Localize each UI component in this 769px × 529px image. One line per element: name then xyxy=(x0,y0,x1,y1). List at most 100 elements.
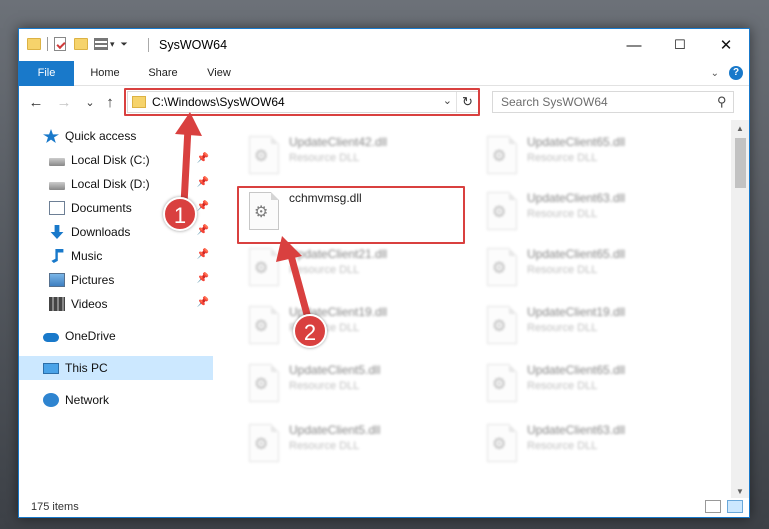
dll-file-icon: ⚙ xyxy=(249,136,279,174)
gear-icon: ⚙ xyxy=(492,204,507,221)
file-item[interactable]: ⚙ UpdateClient5.dll Resource DLL xyxy=(239,356,469,410)
sidebar-item-pictures[interactable]: Pictures 📌 xyxy=(19,268,213,292)
gear-icon: ⚙ xyxy=(492,148,507,165)
sidebar-item-label: Music xyxy=(71,249,103,263)
tab-home[interactable]: Home xyxy=(81,61,129,86)
sidebar-item-local-disk-d[interactable]: Local Disk (D:) 📌 xyxy=(19,172,213,196)
dll-file-icon: ⚙ xyxy=(249,364,279,402)
dll-file-icon: ⚙ xyxy=(249,248,279,286)
file-type: Resource DLL xyxy=(289,152,360,164)
file-item[interactable]: ⚙UpdateClient19.dllResource DLL xyxy=(239,298,469,352)
sidebar-item-label: Network xyxy=(65,393,110,407)
file-type: Resource DLL xyxy=(527,264,598,276)
sidebar-item-label: Local Disk (D:) xyxy=(71,177,150,191)
caret-down-icon[interactable]: ▾ xyxy=(110,39,115,50)
file-item[interactable]: ⚙ UpdateClient5.dll Resource DLL xyxy=(239,416,469,470)
large-icons-view-icon[interactable] xyxy=(727,500,743,513)
pin-icon[interactable]: 📌 xyxy=(197,177,209,188)
pin-icon[interactable]: 📌 xyxy=(197,153,209,164)
minimize-button[interactable]: — xyxy=(611,29,657,61)
file-name: UpdateClient5.dll xyxy=(289,363,381,377)
view-options-icon[interactable] xyxy=(94,38,108,50)
file-type: Resource DLL xyxy=(527,152,598,164)
file-type: Resource DLL xyxy=(289,264,360,276)
customize-toolbar-icon[interactable]: ⏷ xyxy=(121,39,128,50)
scroll-up-icon[interactable]: ▲ xyxy=(731,124,749,133)
cloud-icon xyxy=(43,333,59,342)
help-icon[interactable]: ? xyxy=(729,66,743,80)
sidebar-item-onedrive[interactable]: OneDrive xyxy=(19,324,213,348)
file-type: Resource DLL xyxy=(289,380,360,392)
file-item[interactable]: ⚙ UpdateClient65.dll Resource DLL xyxy=(477,240,707,294)
sidebar-item-videos[interactable]: Videos 📌 xyxy=(19,292,213,316)
file-item[interactable]: ⚙ UpdateClient42.dll Resource DLL xyxy=(239,128,469,182)
file-type: Resource DLL xyxy=(527,208,598,220)
details-view-icon[interactable] xyxy=(705,500,721,513)
window-title: SysWOW64 xyxy=(159,38,228,52)
file-item[interactable]: ⚙ UpdateClient63.dll Resource DLL xyxy=(477,416,707,470)
maximize-button[interactable]: ☐ xyxy=(657,29,703,61)
folder-icon[interactable] xyxy=(27,38,41,50)
sidebar-item-quick-access[interactable]: Quick access xyxy=(19,124,213,148)
gear-icon: ⚙ xyxy=(492,318,507,335)
sidebar-item-label: OneDrive xyxy=(65,329,116,343)
search-placeholder: Search SysWOW64 xyxy=(501,95,608,109)
sidebar-item-label: Pictures xyxy=(71,273,115,287)
close-button[interactable]: ✕ xyxy=(703,29,749,61)
tab-view[interactable]: View xyxy=(197,61,241,86)
sidebar-item-this-pc[interactable]: This PC xyxy=(19,356,213,380)
videos-icon xyxy=(49,297,65,311)
pin-icon[interactable]: 📌 xyxy=(197,297,209,308)
file-highlight-box xyxy=(237,186,465,244)
pin-icon[interactable]: 📌 xyxy=(197,225,209,236)
file-item[interactable]: ⚙ UpdateClient21.dll Resource DLL xyxy=(239,240,469,294)
pictures-icon xyxy=(49,273,65,287)
file-item[interactable]: ⚙ UpdateClient63.dll Resource DLL xyxy=(477,184,707,238)
downloads-icon xyxy=(50,225,64,239)
up-button[interactable]: ↑ xyxy=(99,92,121,114)
pin-icon[interactable]: 📌 xyxy=(197,273,209,284)
address-highlight-box xyxy=(124,88,480,116)
file-item[interactable]: ⚙ UpdateClient65.dll Resource DLL xyxy=(477,356,707,410)
network-icon xyxy=(43,393,59,407)
chevron-down-icon[interactable]: ⌄ xyxy=(711,68,719,79)
new-folder-icon[interactable] xyxy=(74,38,88,50)
properties-icon[interactable] xyxy=(54,37,66,51)
tab-share[interactable]: Share xyxy=(139,61,187,86)
pin-icon[interactable]: 📌 xyxy=(197,249,209,260)
vertical-scrollbar[interactable]: ▲ ▼ xyxy=(731,120,749,500)
item-count: 175 items xyxy=(31,501,79,513)
pin-icon[interactable]: 📌 xyxy=(197,201,209,212)
file-name: UpdateClient65.dll xyxy=(527,247,626,261)
file-name: UpdateClient63.dll xyxy=(527,191,626,205)
file-type: Resource DLL xyxy=(527,440,598,452)
documents-icon xyxy=(49,201,65,215)
sidebar-item-label: This PC xyxy=(65,361,108,375)
ribbon-tabs: File Home Share View ⌄ ? xyxy=(19,61,749,115)
sidebar-item-network[interactable]: Network xyxy=(19,388,213,412)
gear-icon: ⚙ xyxy=(492,436,507,453)
ribbon-right-controls: ⌄ ? xyxy=(711,66,743,80)
file-type: Resource DLL xyxy=(527,322,598,334)
file-item[interactable]: ⚙ UpdateClient65.dll Resource DLL xyxy=(477,128,707,182)
title-bar: ▾ ⏷ SysWOW64 — ☐ ✕ xyxy=(19,29,749,61)
drive-icon xyxy=(49,182,65,190)
forward-button[interactable]: → xyxy=(53,92,75,114)
dll-file-icon: ⚙ xyxy=(249,306,279,344)
toolbar-divider xyxy=(47,37,48,51)
scrollbar-thumb[interactable] xyxy=(735,138,746,188)
sidebar-item-music[interactable]: Music 📌 xyxy=(19,244,213,268)
recent-locations-button[interactable]: ⌄ xyxy=(79,92,101,114)
drive-icon xyxy=(49,158,65,166)
sidebar-item-local-disk-c[interactable]: Local Disk (C:) 📌 xyxy=(19,148,213,172)
search-icon[interactable]: ⚲ xyxy=(717,94,727,110)
sidebar-item-label: Videos xyxy=(71,297,108,311)
file-name: UpdateClient63.dll xyxy=(527,423,626,437)
back-button[interactable]: ← xyxy=(25,92,47,114)
file-item[interactable]: ⚙UpdateClient19.dllResource DLL xyxy=(477,298,707,352)
search-box[interactable]: Search SysWOW64 ⚲ xyxy=(492,91,734,113)
step-1-callout: 1 xyxy=(163,197,197,231)
gear-icon: ⚙ xyxy=(492,260,507,277)
scroll-down-icon[interactable]: ▼ xyxy=(731,487,749,496)
gear-icon: ⚙ xyxy=(254,376,269,393)
